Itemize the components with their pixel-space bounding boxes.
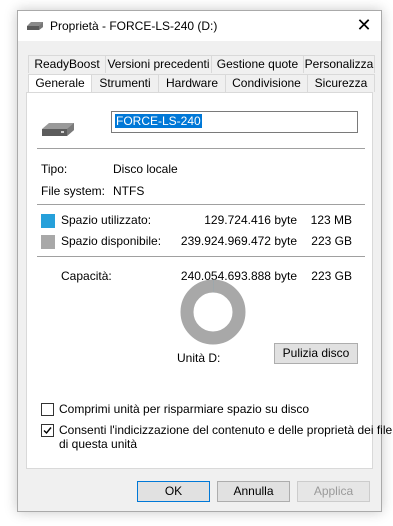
window-title: Proprietà - FORCE-LS-240 (D:) bbox=[50, 19, 218, 33]
free-space-size: 223 GB bbox=[311, 234, 352, 248]
type-label: Tipo: bbox=[41, 162, 68, 176]
ok-button[interactable]: OK bbox=[137, 481, 210, 502]
disk-cleanup-button[interactable]: Pulizia disco bbox=[274, 343, 358, 364]
apply-button[interactable]: Applica bbox=[297, 481, 370, 502]
tab-security[interactable]: Sicurezza bbox=[308, 74, 375, 92]
drive-name-input[interactable]: FORCE-LS-240 bbox=[111, 111, 358, 133]
drive-icon bbox=[27, 22, 43, 30]
tab-readyboost[interactable]: ReadyBoost bbox=[28, 55, 106, 73]
usage-donut-chart bbox=[180, 279, 246, 345]
general-panel: FORCE-LS-240 Tipo: Disco locale File sys… bbox=[26, 92, 392, 469]
free-space-label: Spazio disponibile: bbox=[61, 234, 162, 248]
filesystem-value: NTFS bbox=[113, 184, 145, 198]
free-space-swatch bbox=[41, 235, 55, 249]
separator bbox=[37, 204, 365, 205]
compress-checkbox[interactable] bbox=[41, 403, 54, 416]
separator bbox=[37, 256, 365, 257]
free-space-bytes: 239.924.969.472 byte bbox=[180, 234, 297, 248]
tab-tools[interactable]: Strumenti bbox=[92, 74, 159, 92]
properties-dialog: Proprietà - FORCE-LS-240 (D:) ✕ ReadyBoo… bbox=[17, 10, 392, 512]
compress-label: Comprimi unità per risparmiare spazio su… bbox=[59, 402, 310, 416]
checkmark-icon bbox=[43, 427, 52, 435]
drive-letter-label: Unità D: bbox=[177, 351, 221, 365]
tab-sharing[interactable]: Condivisione bbox=[226, 74, 308, 92]
tab-quota[interactable]: Gestione quote bbox=[212, 55, 304, 73]
drive-icon bbox=[42, 123, 74, 136]
drive-name-text: FORCE-LS-240 bbox=[115, 114, 202, 128]
tab-hardware[interactable]: Hardware bbox=[159, 74, 226, 92]
index-label-line2: di questa unità bbox=[59, 437, 138, 451]
used-space-label: Spazio utilizzato: bbox=[61, 213, 152, 227]
type-value: Disco locale bbox=[113, 162, 178, 176]
tab-previous-versions[interactable]: Versioni precedenti bbox=[106, 55, 212, 73]
separator bbox=[37, 148, 365, 149]
filesystem-label: File system: bbox=[41, 184, 106, 198]
index-label-line1: Consenti l'indicizzazione del contenuto … bbox=[59, 423, 393, 437]
title-bar[interactable]: Proprietà - FORCE-LS-240 (D:) ✕ bbox=[18, 11, 381, 41]
capacity-size: 223 GB bbox=[311, 269, 352, 283]
close-button[interactable]: ✕ bbox=[347, 11, 381, 41]
tab-row-bottom: Generale Strumenti Hardware Condivisione… bbox=[28, 74, 375, 94]
free-space-ring bbox=[180, 279, 246, 345]
index-checkbox[interactable] bbox=[41, 424, 54, 437]
used-space-size: 123 MB bbox=[310, 213, 352, 227]
tab-customize[interactable]: Personalizza bbox=[304, 55, 375, 73]
tab-general[interactable]: Generale bbox=[28, 74, 92, 94]
used-space-bytes: 129.724.416 byte bbox=[204, 213, 297, 227]
cancel-button[interactable]: Annulla bbox=[217, 481, 290, 502]
tab-row-top: ReadyBoost Versioni precedenti Gestione … bbox=[28, 55, 375, 74]
used-space-swatch bbox=[41, 214, 55, 228]
capacity-label: Capacità: bbox=[61, 269, 112, 283]
